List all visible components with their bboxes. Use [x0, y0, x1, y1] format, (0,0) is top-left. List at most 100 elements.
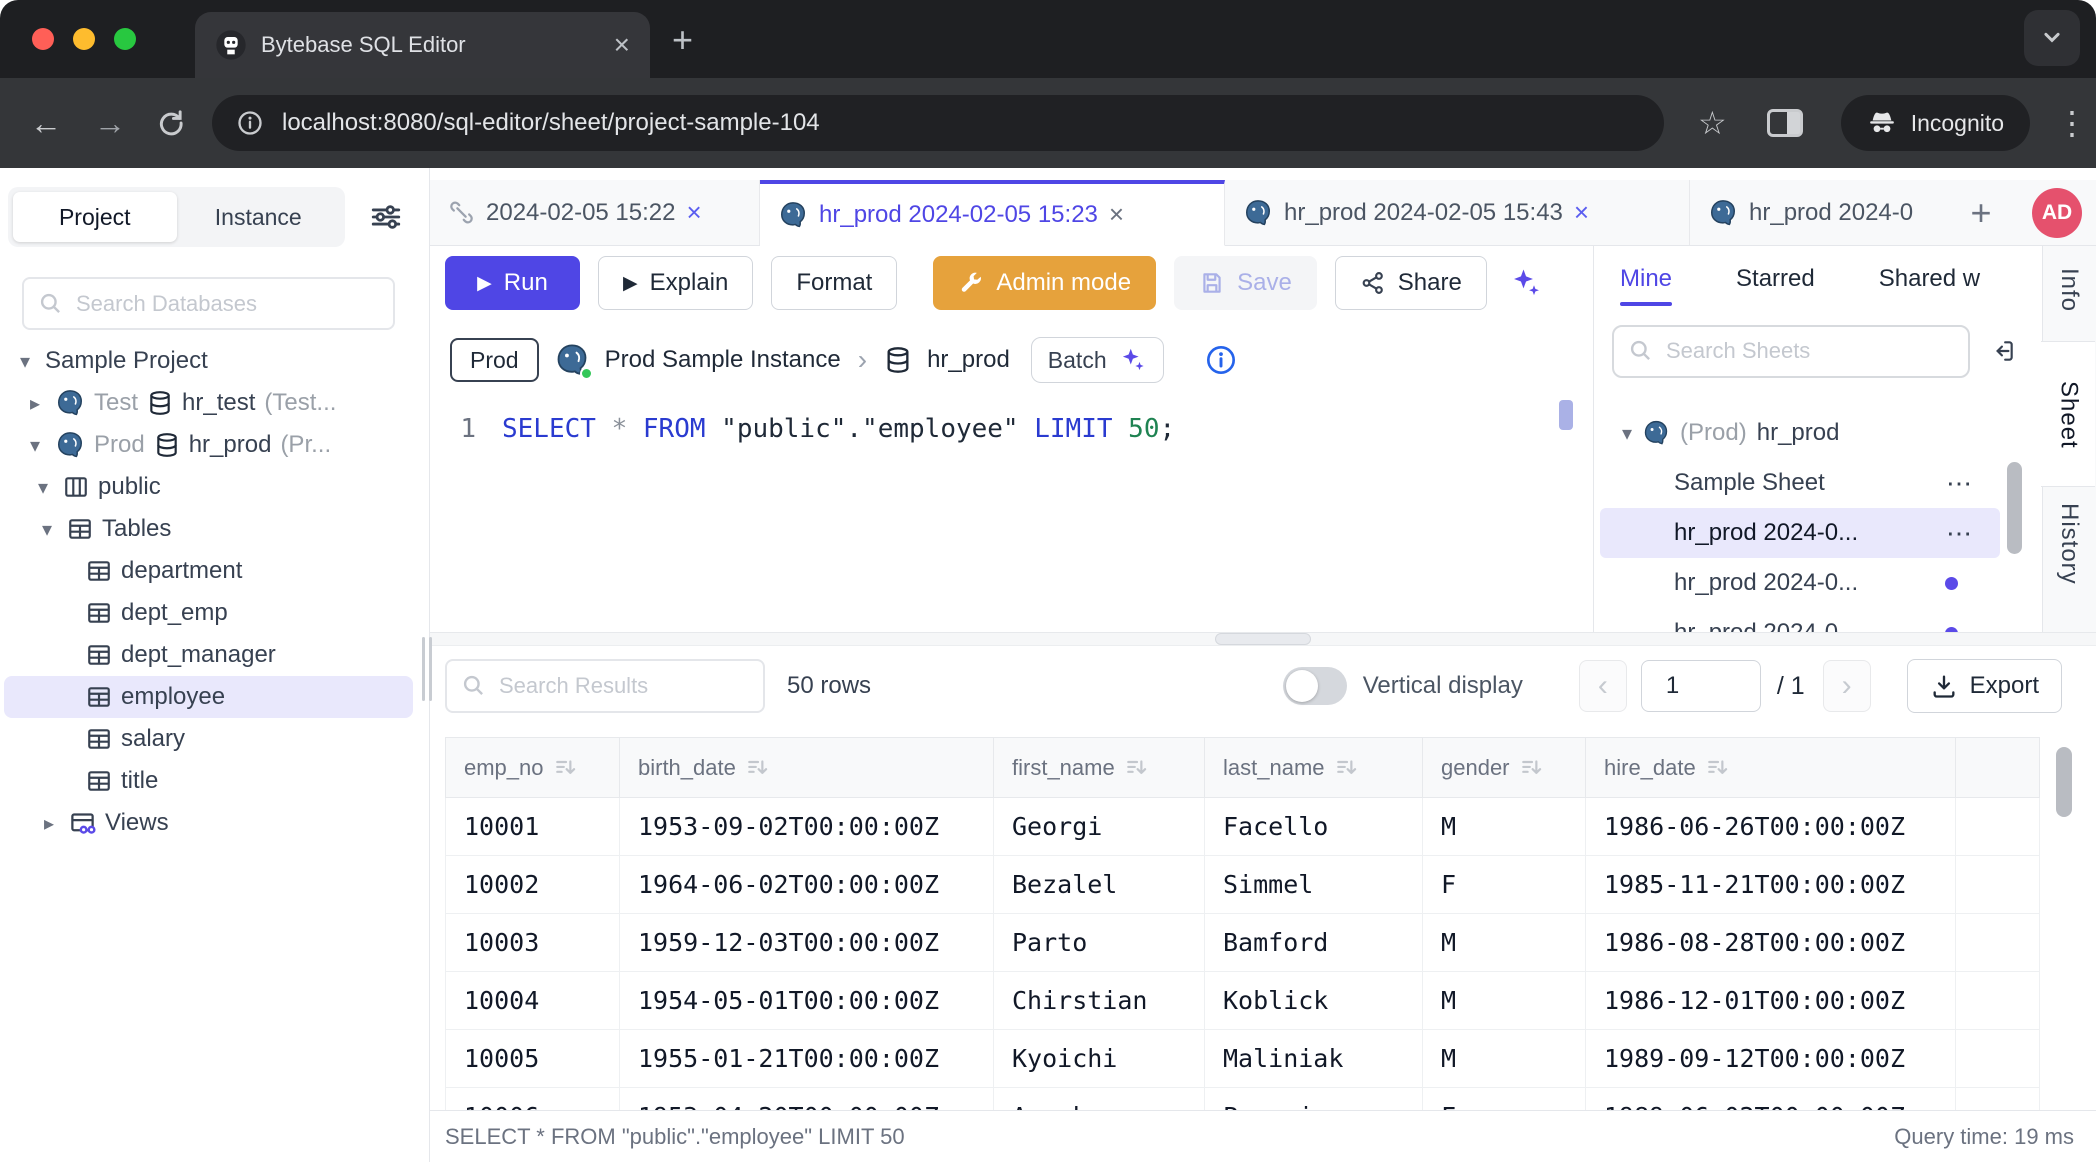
tree-item-department[interactable]: department [0, 550, 429, 592]
table-cell[interactable]: 10003 [446, 914, 620, 972]
database-search-input[interactable] [76, 291, 379, 317]
table-cell[interactable]: Facello [1205, 798, 1423, 856]
close-sheet-icon[interactable]: × [1574, 197, 1589, 228]
table-cell[interactable]: 10004 [446, 972, 620, 1030]
browser-tab[interactable]: Bytebase SQL Editor × [195, 12, 650, 78]
table-cell[interactable]: F [1423, 1088, 1586, 1111]
table-cell[interactable]: Preusig [1205, 1088, 1423, 1111]
table-row[interactable]: 100021964-06-02T00:00:00ZBezalelSimmelF1… [446, 856, 2040, 914]
tree-item-dept-manager[interactable]: dept_manager [0, 634, 429, 676]
sheet-item-4[interactable]: hr_prod 2024-0... [1594, 608, 2042, 632]
page-input[interactable] [1641, 660, 1761, 712]
table-cell[interactable]: M [1423, 914, 1586, 972]
results-scrollbar-thumb[interactable] [2056, 747, 2072, 817]
table-cell[interactable]: 1989-06-02T00:00:00Z [1586, 1088, 1956, 1111]
new-tab-button[interactable]: + [672, 22, 693, 58]
sort-icon[interactable] [746, 756, 770, 780]
run-button[interactable]: ▶ Run [445, 256, 580, 310]
table-cell[interactable]: F [1423, 856, 1586, 914]
close-tab-icon[interactable]: × [614, 31, 630, 59]
table-cell[interactable]: 1959-12-03T00:00:00Z [620, 914, 994, 972]
table-cell[interactable]: Anneke [994, 1088, 1205, 1111]
table-cell[interactable]: Maliniak [1205, 1030, 1423, 1088]
table-row[interactable]: 100061953-04-20T00:00:00ZAnnekePreusigF1… [446, 1088, 2040, 1111]
sql-code-area[interactable]: 1 SELECT * FROM "public"."employee" LIMI… [430, 400, 1593, 632]
table-row[interactable]: 100051955-01-21T00:00:00ZKyoichiMaliniak… [446, 1030, 2040, 1088]
caret-right-icon[interactable]: ▸ [24, 391, 46, 416]
export-button[interactable]: Export [1907, 659, 2062, 713]
tree-item-dept-emp[interactable]: dept_emp [0, 592, 429, 634]
caret-down-icon[interactable]: ▾ [1622, 421, 1632, 446]
tree-item-public-schema[interactable]: ▾ public [0, 466, 429, 508]
table-cell[interactable]: Georgi [994, 798, 1205, 856]
table-cell[interactable]: 1989-09-12T00:00:00Z [1586, 1030, 1956, 1088]
table-cell[interactable]: 1964-06-02T00:00:00Z [620, 856, 994, 914]
table-cell[interactable]: M [1423, 972, 1586, 1030]
sidebar-resize-handle[interactable] [422, 637, 434, 701]
sheet-tab-unsaved[interactable]: 2024-02-05 15:22 × [430, 180, 760, 245]
tree-item-hr-test[interactable]: ▸ Test hr_test (Test... [0, 382, 429, 424]
tree-item-views[interactable]: ▸ Views [0, 802, 429, 844]
tree-item-employee[interactable]: employee [4, 676, 413, 718]
tree-item-tables[interactable]: ▾ Tables [0, 508, 429, 550]
table-cell[interactable]: Simmel [1205, 856, 1423, 914]
table-cell[interactable]: 10006 [446, 1088, 620, 1111]
close-sheet-icon[interactable]: × [687, 197, 702, 228]
caret-down-icon[interactable]: ▾ [14, 349, 36, 374]
column-header-last-name[interactable]: last_name [1205, 738, 1423, 798]
table-cell[interactable]: 1955-01-21T00:00:00Z [620, 1030, 994, 1088]
sidebar-tab-project[interactable]: Project [13, 192, 177, 242]
pane-divider[interactable] [430, 632, 2096, 646]
divider-handle[interactable] [1215, 633, 1311, 645]
back-button[interactable]: ← [28, 105, 64, 142]
sort-icon[interactable] [1520, 756, 1544, 780]
table-cell[interactable]: M [1423, 1030, 1586, 1088]
tree-item-hr-prod[interactable]: ▾ Prod hr_prod (Pr... [0, 424, 429, 466]
sheets-scrollbar-thumb[interactable] [2007, 462, 2022, 554]
sheets-tab-starred[interactable]: Starred [1736, 246, 1815, 312]
user-avatar[interactable]: AD [2032, 188, 2082, 238]
next-page-button[interactable]: › [1823, 660, 1871, 712]
table-cell[interactable]: Parto [994, 914, 1205, 972]
side-tab-sheet[interactable]: Sheet [2041, 341, 2095, 487]
sheet-menu-icon[interactable]: ⋯ [1946, 468, 1972, 499]
close-window-button[interactable] [32, 28, 54, 50]
sheets-tab-mine[interactable]: Mine [1620, 246, 1672, 312]
site-info-icon[interactable] [236, 109, 264, 137]
table-cell[interactable]: Chirstian [994, 972, 1205, 1030]
zoom-window-button[interactable] [114, 28, 136, 50]
explain-button[interactable]: ▶ Explain [598, 256, 753, 310]
sheet-tab-active[interactable]: hr_prod 2024-02-05 15:23 × [760, 180, 1225, 246]
sidebar-tab-instance[interactable]: Instance [177, 192, 341, 242]
browser-menu-icon[interactable]: ⋮ [2056, 104, 2088, 142]
sheet-item-sample[interactable]: Sample Sheet ⋯ [1594, 458, 2042, 508]
filter-settings-icon[interactable] [369, 200, 403, 239]
table-cell[interactable]: 10001 [446, 798, 620, 856]
sheet-menu-icon[interactable]: ⋯ [1946, 518, 1972, 549]
batch-button[interactable]: Batch [1031, 337, 1164, 383]
caret-down-icon[interactable]: ▾ [24, 433, 46, 458]
table-cell[interactable]: M [1423, 798, 1586, 856]
minimize-window-button[interactable] [73, 28, 95, 50]
sort-icon[interactable] [1706, 756, 1730, 780]
prev-page-button[interactable]: ‹ [1579, 660, 1627, 712]
sort-icon[interactable] [1125, 756, 1149, 780]
table-cell[interactable]: 1986-06-26T00:00:00Z [1586, 798, 1956, 856]
side-tab-info[interactable]: Info [2055, 268, 2083, 319]
tree-item-salary[interactable]: salary [0, 718, 429, 760]
caret-right-icon[interactable]: ▸ [38, 811, 60, 836]
table-cell[interactable]: Kyoichi [994, 1030, 1205, 1088]
sheet-tab-3[interactable]: hr_prod 2024-02-05 15:43 × [1225, 180, 1690, 245]
table-row[interactable]: 100041954-05-01T00:00:00ZChirstianKoblic… [446, 972, 2040, 1030]
column-header-birth-date[interactable]: birth_date [620, 738, 994, 798]
table-cell[interactable]: 10002 [446, 856, 620, 914]
column-header-first-name[interactable]: first_name [994, 738, 1205, 798]
new-sheet-button[interactable]: + [1953, 180, 2009, 245]
table-cell[interactable]: 1986-12-01T00:00:00Z [1586, 972, 1956, 1030]
vertical-display-toggle[interactable] [1283, 667, 1347, 705]
close-sheet-icon[interactable]: × [1109, 199, 1124, 230]
table-cell[interactable]: 1985-11-21T00:00:00Z [1586, 856, 1956, 914]
table-cell[interactable]: Koblick [1205, 972, 1423, 1030]
editor-scrollbar-thumb[interactable] [1559, 400, 1573, 430]
caret-down-icon[interactable]: ▾ [32, 475, 54, 500]
